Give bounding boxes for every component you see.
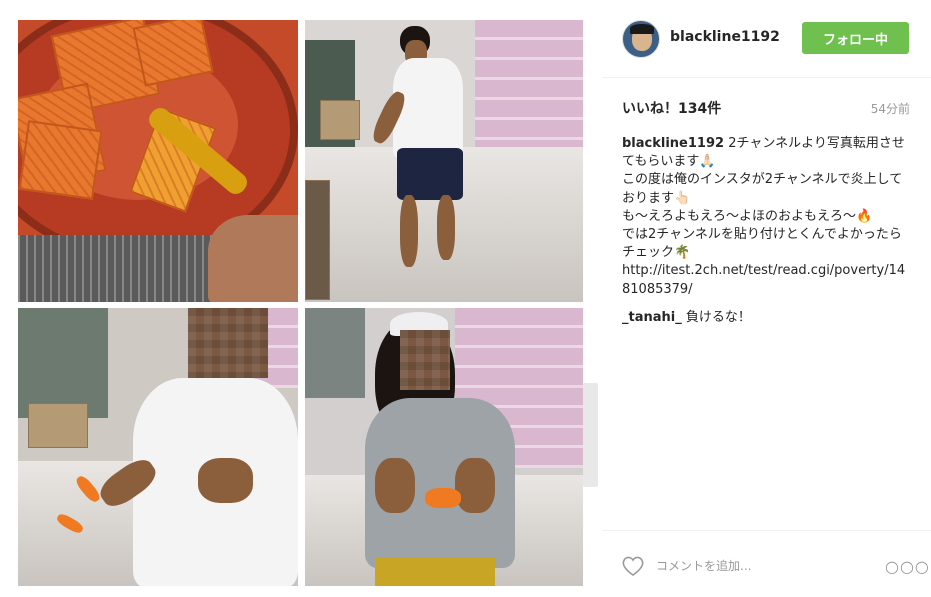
praying-hands-icon: 🙏🏻 xyxy=(699,154,716,170)
post-header: blackline1192 フォロー中 xyxy=(603,0,931,78)
comment-link[interactable]: http://itest.2ch.net/test/read.cgi/pover… xyxy=(622,263,905,296)
comment-text-line3: も〜えろよもえろ〜よほのおよもえろ〜 xyxy=(622,208,857,224)
post-time[interactable]: 54分前 xyxy=(871,100,910,117)
avatar[interactable] xyxy=(622,20,660,58)
comment-bar: ○○○ xyxy=(603,530,931,597)
pointing-up-icon: 👆🏻 xyxy=(674,190,691,206)
comment-text: 負けるな！ xyxy=(681,309,751,325)
comment-input[interactable] xyxy=(656,552,876,580)
instagram-post: blackline1192 フォロー中 いいね！134件 54分前 blackl… xyxy=(0,0,931,597)
username-link[interactable]: blackline1192 xyxy=(670,29,780,45)
photo-tile-man-grey-shirt xyxy=(305,308,583,586)
likes-count[interactable]: いいね！134件 xyxy=(622,98,721,118)
comment-item: _tanahi_ 負けるな！ xyxy=(622,309,912,327)
post-photo[interactable] xyxy=(16,18,584,588)
follow-button[interactable]: フォロー中 xyxy=(802,22,909,54)
comments-list: blackline1192 2チャンネルより写真転用させてもらいます🙏🏻 この度… xyxy=(622,135,912,337)
likes-row: いいね！134件 54分前 xyxy=(622,94,910,120)
heart-icon[interactable] xyxy=(621,555,645,577)
photo-tile-food xyxy=(18,20,298,302)
photo-tile-man-white-shirt xyxy=(18,308,298,586)
more-options-icon[interactable]: ○○○ xyxy=(885,557,930,576)
photo-tile-store-aisle xyxy=(305,20,583,302)
comment-username[interactable]: _tanahi_ xyxy=(622,310,682,325)
comment-item: blackline1192 2チャンネルより写真転用させてもらいます🙏🏻 この度… xyxy=(622,135,912,299)
comment-username[interactable]: blackline1192 xyxy=(622,136,724,151)
scroll-tab[interactable] xyxy=(583,383,598,487)
palm-tree-icon: 🌴 xyxy=(674,245,691,261)
fire-icon: 🔥 xyxy=(856,208,873,224)
comment-text-line4: では2チャンネルを貼り付けとくんでよかったらチェック xyxy=(622,227,902,261)
comment-text-line2: この度は俺のインスタが2チャンネルで炎上しております xyxy=(622,172,903,206)
